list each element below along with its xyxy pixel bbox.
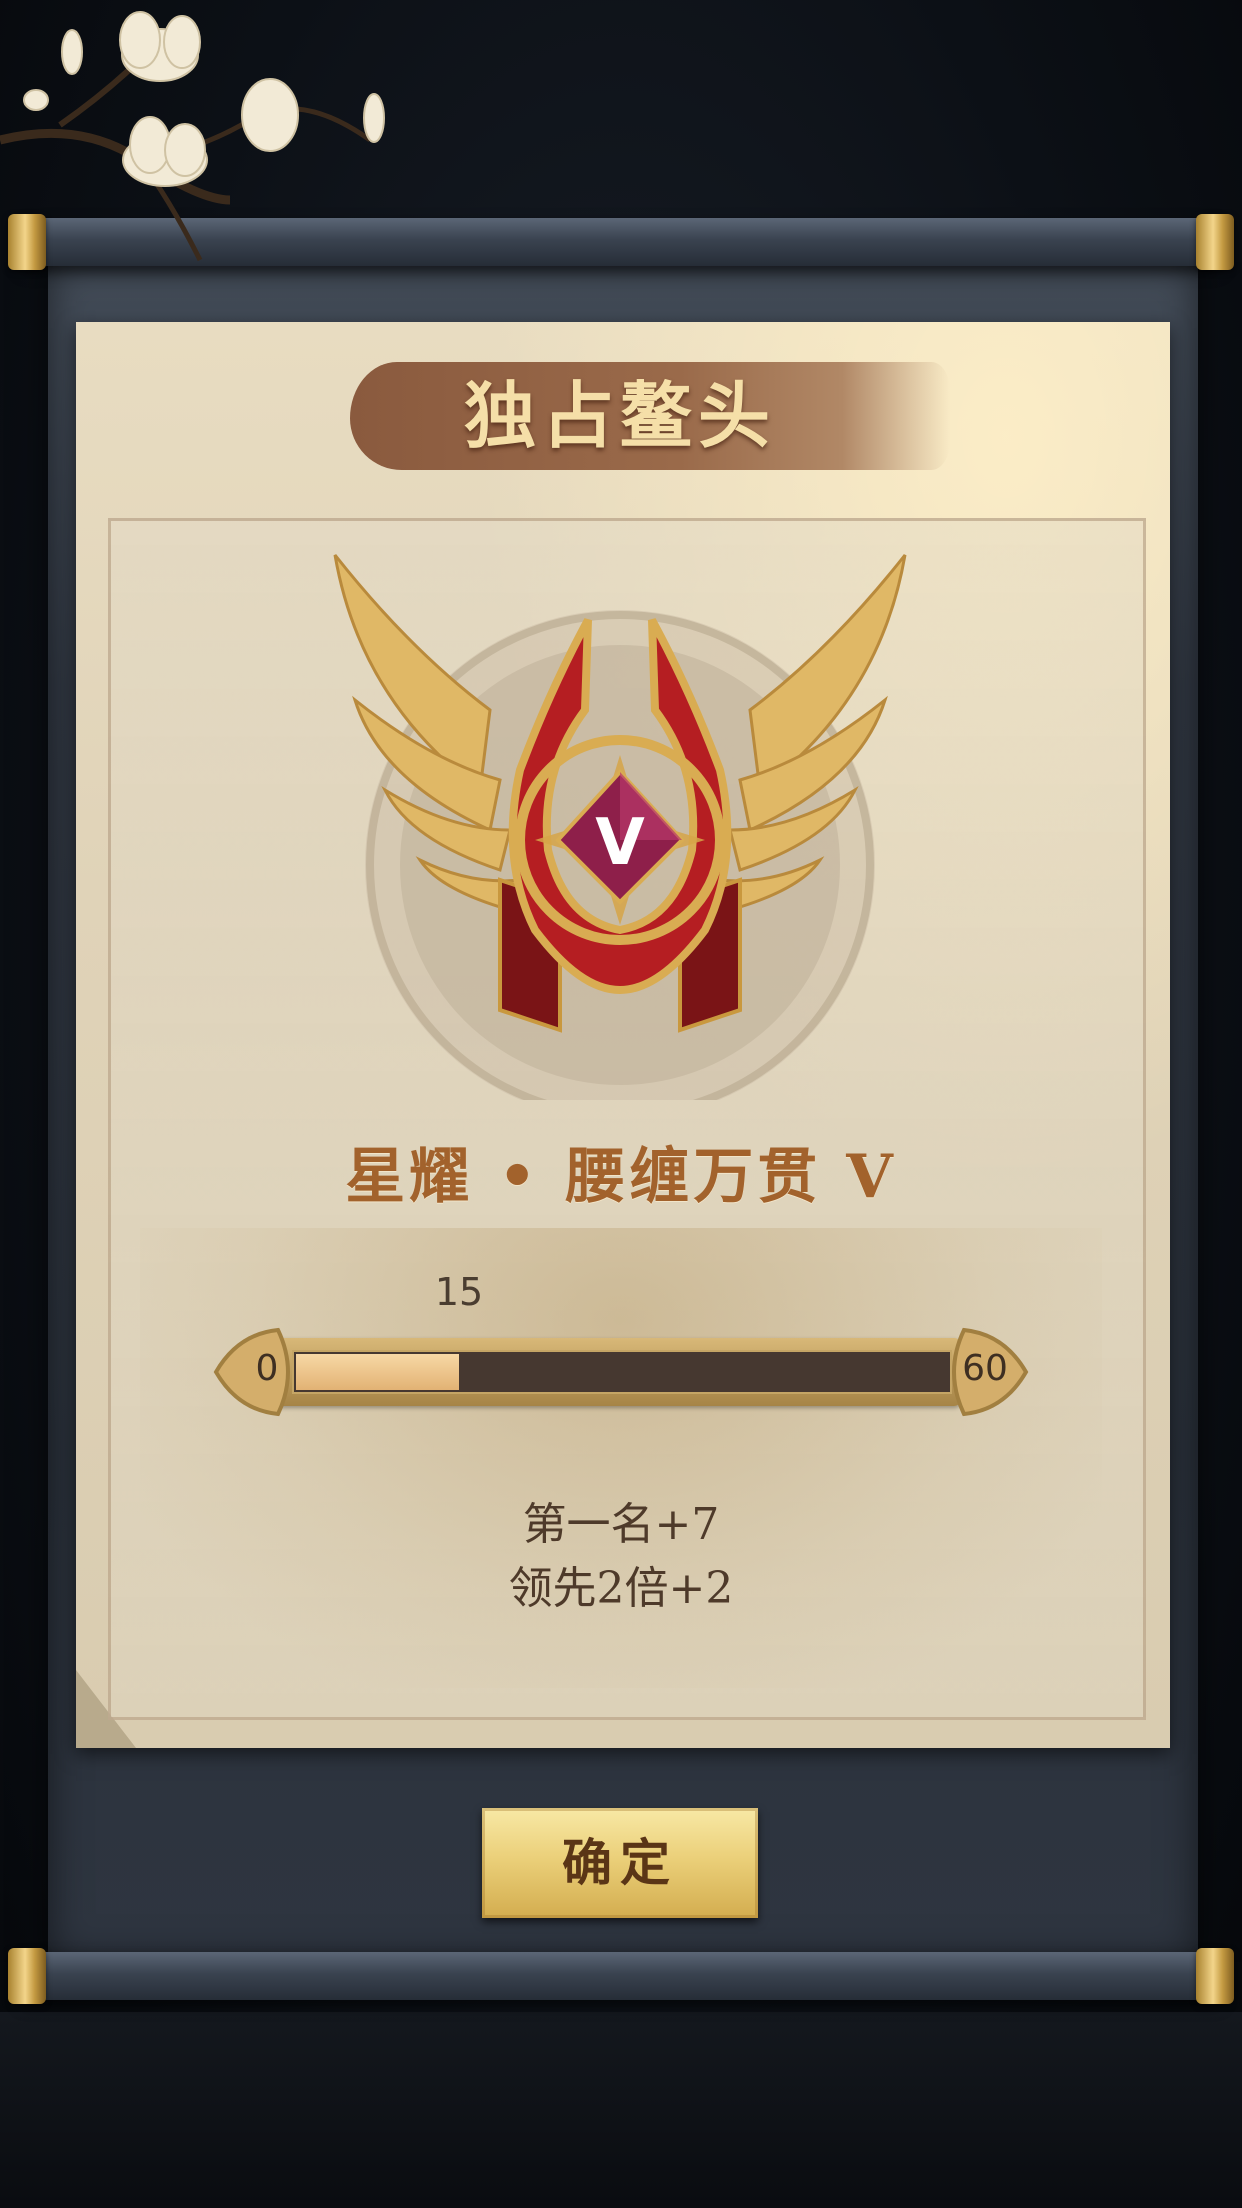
magnolia-branch-decoration — [0, 11, 385, 262]
dialog-title: 独占鳌头 — [463, 373, 776, 458]
reward-line-double-lead: 领先2倍+2 — [508, 1563, 734, 1614]
progress-fill — [296, 1354, 459, 1390]
badge-emblem-letter: V — [595, 806, 645, 880]
progress-min-label: 0 — [255, 1348, 279, 1389]
rank-badge-emblem: V — [320, 540, 920, 1120]
progress-current-value: 15 — [434, 1270, 484, 1314]
scroll-bottom-rod — [20, 1952, 1222, 2000]
reward-line-first-place: 第一名+7 — [522, 1499, 720, 1550]
rod-cap-right-top — [1196, 214, 1234, 270]
progress-max-label: 60 — [962, 1348, 1008, 1389]
confirm-button[interactable]: 确定 — [482, 1808, 758, 1918]
rod-cap-right-bottom — [1196, 1948, 1234, 2004]
badge-name: 星耀 • 腰缠万贯 V — [345, 1142, 897, 1212]
rod-cap-left-bottom — [8, 1948, 46, 2004]
progress-band — [140, 1228, 1102, 1688]
confirm-button-label: 确定 — [562, 1833, 678, 1892]
background-floor — [0, 2012, 1242, 2208]
